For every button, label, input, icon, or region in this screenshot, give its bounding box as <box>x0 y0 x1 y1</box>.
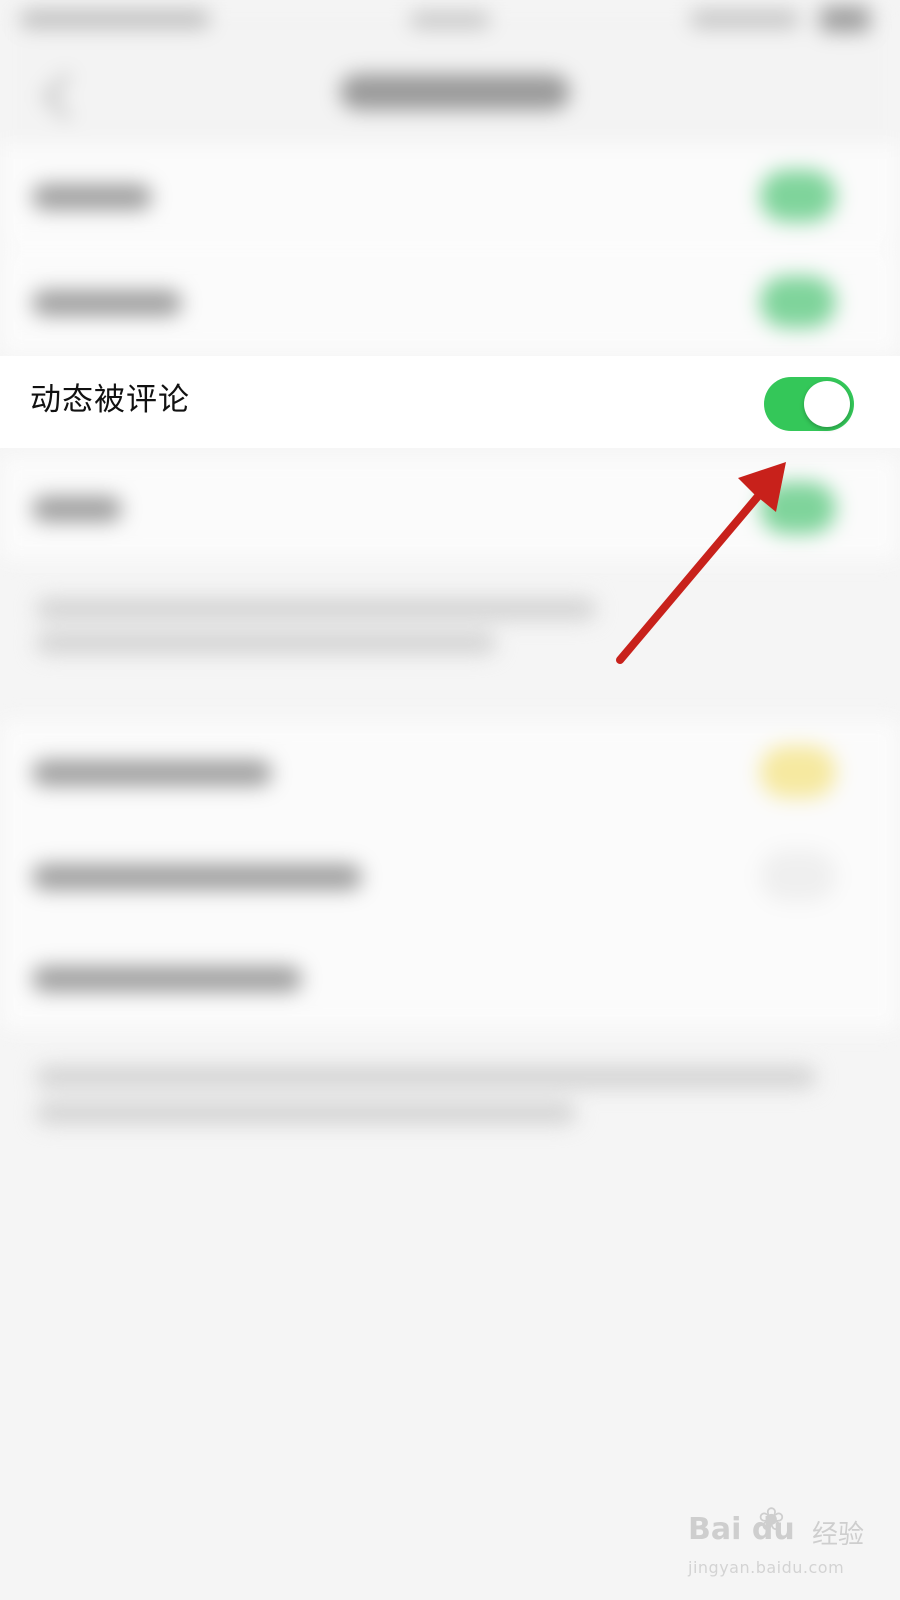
section-footnote <box>36 1102 576 1124</box>
page-title <box>340 74 570 110</box>
settings-row[interactable] <box>0 456 900 560</box>
status-bar <box>0 0 900 44</box>
settings-row[interactable] <box>0 824 900 928</box>
moment-commented-toggle[interactable] <box>764 377 854 431</box>
paw-icon: ❀ <box>758 1500 785 1538</box>
watermark-url: jingyan.baidu.com <box>688 1558 845 1577</box>
settings-screen: 动态被评论 Bai du ❀ 经验 jingyan.baidu.com <box>0 0 900 1600</box>
settings-row[interactable] <box>0 144 900 248</box>
toggle-switch[interactable] <box>760 746 836 798</box>
toggle-switch[interactable] <box>760 276 836 328</box>
settings-row[interactable] <box>0 720 900 824</box>
section-footnote <box>36 1066 816 1088</box>
settings-row-moment-commented[interactable]: 动态被评论 <box>0 356 900 448</box>
status-bar-carrier <box>20 10 210 28</box>
settings-row-label <box>32 966 302 992</box>
settings-row-label <box>32 290 182 316</box>
settings-row-label <box>32 184 152 210</box>
toggle-knob <box>804 381 850 427</box>
settings-row-label: 动态被评论 <box>30 382 190 418</box>
settings-row[interactable] <box>0 926 900 1030</box>
settings-row-label <box>32 864 362 890</box>
chevron-left-icon[interactable] <box>43 73 90 120</box>
toggle-switch[interactable] <box>760 850 836 902</box>
section-footnote <box>36 632 496 654</box>
settings-row[interactable] <box>0 250 900 354</box>
status-bar-indicators <box>690 10 800 28</box>
status-bar-time <box>410 12 490 28</box>
blurred-background <box>0 0 900 1600</box>
battery-icon <box>820 6 870 32</box>
watermark-cn: 经验 <box>812 1520 865 1550</box>
toggle-switch[interactable] <box>760 482 836 534</box>
section-footnote <box>36 598 596 620</box>
navigation-bar <box>0 44 900 144</box>
settings-row-label <box>32 496 122 522</box>
toggle-switch[interactable] <box>760 170 836 222</box>
watermark: Bai du ❀ 经验 jingyan.baidu.com <box>688 1500 888 1590</box>
settings-row-label <box>32 760 272 786</box>
